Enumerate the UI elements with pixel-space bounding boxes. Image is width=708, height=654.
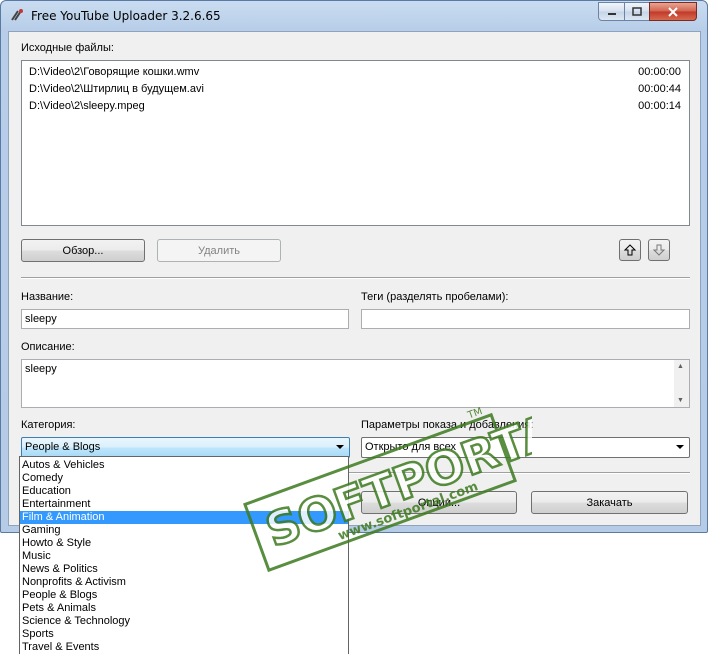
arrow-up-icon	[624, 244, 636, 256]
privacy-label: Параметры показа и добавления:	[361, 419, 534, 431]
category-option[interactable]: Education	[20, 485, 348, 498]
minimize-icon	[607, 12, 616, 15]
category-option[interactable]: Autos & Vehicles	[20, 459, 348, 472]
description-scrollbar[interactable]: ▲ ▼	[674, 360, 689, 407]
scroll-down-icon: ▼	[677, 397, 684, 404]
description-input[interactable]: sleepy ▲ ▼	[21, 359, 690, 408]
move-down-button[interactable]	[648, 239, 670, 261]
delete-button[interactable]: Удалить	[157, 239, 281, 262]
title-bar[interactable]: Free YouTube Uploader 3.2.6.65	[1, 1, 707, 31]
maximize-icon	[632, 7, 642, 16]
file-duration: 00:00:44	[638, 83, 681, 95]
chevron-down-icon	[336, 445, 344, 449]
category-label: Категория:	[21, 419, 76, 431]
separator	[21, 277, 690, 279]
category-option[interactable]: Entertainment	[20, 498, 348, 511]
category-selected: People & Blogs	[25, 441, 101, 453]
category-option[interactable]: Pets & Animals	[20, 602, 348, 615]
options-button[interactable]: Опции...	[361, 491, 517, 514]
file-name: D:\Video\2\sleepy.mpeg	[29, 100, 145, 112]
category-select[interactable]: People & Blogs	[21, 437, 350, 458]
privacy-selected: Открыто для всех	[365, 441, 456, 453]
category-option[interactable]: Comedy	[20, 472, 348, 485]
category-option[interactable]: Travel & Events	[20, 641, 348, 654]
upload-button[interactable]: Закачать	[531, 491, 688, 514]
title-label: Название:	[21, 291, 74, 303]
category-option[interactable]: Sports	[20, 628, 348, 641]
privacy-select[interactable]: Открыто для всех	[361, 437, 690, 458]
title-input[interactable]: sleepy	[21, 309, 349, 329]
file-name: D:\Video\2\Говорящие кошки.wmv	[29, 66, 200, 78]
source-files-list[interactable]: D:\Video\2\Говорящие кошки.wmv 00:00:00 …	[21, 60, 690, 226]
source-files-label: Исходные файлы:	[21, 42, 114, 54]
tags-input[interactable]	[361, 309, 690, 329]
file-row[interactable]: D:\Video\2\Штирлиц в будущем.avi 00:00:4…	[29, 83, 681, 99]
browse-button[interactable]: Обзор...	[21, 239, 145, 262]
minimize-button[interactable]	[598, 2, 625, 21]
window-title: Free YouTube Uploader 3.2.6.65	[31, 9, 221, 23]
app-logo-icon	[11, 9, 23, 21]
close-button[interactable]	[649, 2, 697, 21]
scroll-up-icon: ▲	[677, 363, 684, 370]
app-window: Free YouTube Uploader 3.2.6.65 Исходные …	[0, 0, 708, 533]
arrow-down-icon	[653, 244, 665, 256]
category-option[interactable]: Music	[20, 550, 348, 563]
tags-label: Теги (разделять пробелами):	[361, 291, 509, 303]
category-option[interactable]: People & Blogs	[20, 589, 348, 602]
category-option[interactable]: Gaming	[20, 524, 348, 537]
file-duration: 00:00:14	[638, 100, 681, 112]
close-icon	[668, 6, 678, 17]
category-option[interactable]: Nonprofits & Activism	[20, 576, 348, 589]
category-option[interactable]: Howto & Style	[20, 537, 348, 550]
file-row[interactable]: D:\Video\2\Говорящие кошки.wmv 00:00:00	[29, 66, 681, 82]
move-up-button[interactable]	[619, 239, 641, 261]
maximize-button[interactable]	[624, 2, 650, 21]
file-name: D:\Video\2\Штирлиц в будущем.avi	[29, 83, 204, 95]
description-text: sleepy	[25, 363, 57, 375]
file-duration: 00:00:00	[638, 66, 681, 78]
file-row[interactable]: D:\Video\2\sleepy.mpeg 00:00:14	[29, 100, 681, 116]
description-label: Описание:	[21, 341, 75, 353]
category-option-highlighted[interactable]: Film & Animation	[20, 511, 348, 524]
category-dropdown-list[interactable]: Autos & Vehicles Comedy Education Entert…	[19, 456, 349, 654]
main-panel: Исходные файлы: D:\Video\2\Говорящие кош…	[8, 31, 701, 526]
chevron-down-icon	[676, 445, 684, 449]
category-option[interactable]: Science & Technology	[20, 615, 348, 628]
category-option[interactable]: News & Politics	[20, 563, 348, 576]
